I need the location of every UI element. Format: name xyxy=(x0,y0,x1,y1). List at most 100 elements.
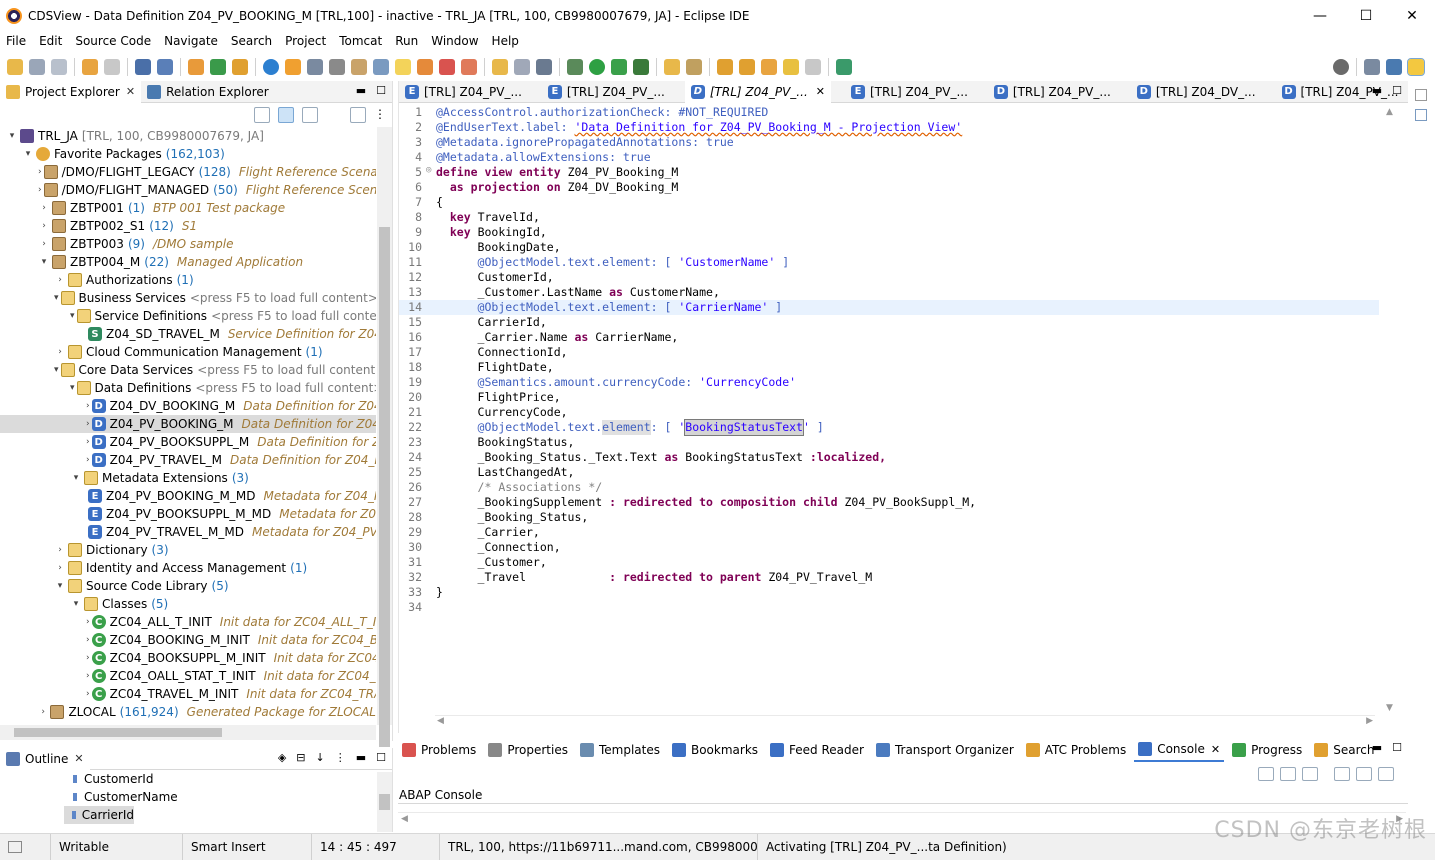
expand-arrow-icon[interactable]: › xyxy=(38,185,42,195)
tree-item[interactable]: › C ZC04_BOOKSUPPL_M_INIT Init data for ZC0… xyxy=(0,649,376,667)
expand-arrow-icon[interactable]: › xyxy=(38,221,50,231)
run-icon[interactable] xyxy=(589,58,605,75)
code-line[interactable]: 31 _Customer, xyxy=(399,555,1379,570)
clear-console-icon[interactable] xyxy=(1258,767,1274,781)
close-icon[interactable]: ✕ xyxy=(74,752,83,765)
editor-tab[interactable]: E [TRL] Z04_PV_... xyxy=(845,81,974,103)
tree-item[interactable]: › ZBTP001 (1) BTP 001 Test package xyxy=(0,199,376,217)
expand-arrow-icon[interactable]: › xyxy=(54,275,66,285)
minimize-view-icon[interactable]: ▬ xyxy=(356,84,366,97)
scroll-lock-icon[interactable] xyxy=(1280,767,1296,781)
expand-arrow-icon[interactable]: › xyxy=(86,689,90,699)
pin-editor-icon[interactable] xyxy=(836,58,852,75)
tree-item[interactable]: › D Z04_PV_TRAVEL_M Data Definition for Z04… xyxy=(0,451,376,469)
run-config-icon[interactable] xyxy=(611,58,627,75)
expand-arrow-icon[interactable]: › xyxy=(54,563,66,573)
outline-item-selected[interactable]: CarrierId xyxy=(64,806,134,824)
code-line[interactable]: 30 _Connection, xyxy=(399,540,1379,555)
expand-arrow-icon[interactable]: › xyxy=(86,419,90,429)
maximize-view-icon[interactable]: ☐ xyxy=(1392,741,1402,754)
editor-tab[interactable]: D [TRL] Z04_PV_... ✕ xyxy=(684,80,831,103)
pin-console-icon[interactable] xyxy=(1334,767,1350,781)
activate-icon[interactable] xyxy=(210,58,226,75)
tree-item[interactable]: ▾ Metadata Extensions (3) xyxy=(0,469,376,487)
expand-arrow-icon[interactable]: › xyxy=(86,671,90,681)
search-icon[interactable] xyxy=(1333,58,1349,75)
last-edit-icon[interactable] xyxy=(761,58,777,75)
tree-item[interactable]: › ZBTP003 (9) /DMO sample xyxy=(0,235,376,253)
code-line[interactable]: 33} xyxy=(399,585,1379,600)
tree-item[interactable]: ▾ TRL_JA [TRL, 100, CB9980007679, JA] xyxy=(0,127,376,145)
tree-item[interactable]: › C ZC04_BOOKING_M_INIT Init data for ZC04_… xyxy=(0,631,376,649)
tree-item[interactable]: › Cloud Communication Management (1) xyxy=(0,343,376,361)
menu-search[interactable]: Search xyxy=(225,34,279,48)
tree-item[interactable]: ▾ Service Definitions <press F5 to load fu… xyxy=(0,307,376,325)
tree-horizontal-scrollbar[interactable] xyxy=(0,725,376,740)
tree-item[interactable]: E Z04_PV_TRAVEL_M_MD Metadata for Z04_PV_T… xyxy=(0,523,376,541)
menu-navigate[interactable]: Navigate xyxy=(158,34,225,48)
tree-item[interactable]: › /DMO/FLIGHT_MANAGED (50) Flight Reference… xyxy=(0,181,376,199)
expand-arrow-icon[interactable]: › xyxy=(54,347,66,357)
code-line[interactable]: 28 _Booking_Status, xyxy=(399,510,1379,525)
next-annotation-icon[interactable] xyxy=(717,58,733,75)
code-line[interactable]: 7{ xyxy=(399,195,1379,210)
fold-marker-icon[interactable]: ◎ xyxy=(426,165,436,180)
code-line[interactable]: 27 _BookingSupplement : redirected to co… xyxy=(399,495,1379,510)
tasks-icon[interactable] xyxy=(492,58,508,75)
expand-arrow-icon[interactable]: › xyxy=(86,635,90,645)
tree-item[interactable]: E Z04_PV_BOOKSUPPL_M_MD Metadata for Z04_ xyxy=(0,505,376,523)
editor-tab[interactable]: D [TRL] Z04_DV_... xyxy=(1131,81,1262,103)
tree-item[interactable]: › Dictionary (3) xyxy=(0,541,376,559)
display-console-icon[interactable] xyxy=(1356,767,1372,781)
close-icon[interactable]: ✕ xyxy=(126,85,135,98)
code-line[interactable]: 25 LastChangedAt, xyxy=(399,465,1379,480)
filter-icon[interactable] xyxy=(302,107,318,123)
tree-item[interactable]: ▾ Data Definitions <press F5 to load full … xyxy=(0,379,376,397)
code-line[interactable]: 24 _Booking_Status._Text.Text as Booking… xyxy=(399,450,1379,465)
highlight-icon[interactable] xyxy=(395,58,411,75)
code-line[interactable]: 12 CustomerId, xyxy=(399,270,1379,285)
code-line[interactable]: 15 CarrierId, xyxy=(399,315,1379,330)
editor-tab[interactable]: E [TRL] Z04_PV_... xyxy=(399,81,528,103)
code-line[interactable]: 14 @ObjectModel.text.element: [ 'Carrier… xyxy=(399,300,1379,315)
check-icon[interactable] xyxy=(263,58,279,75)
bottom-tab[interactable]: Feed Reader xyxy=(766,738,868,762)
print-icon[interactable] xyxy=(329,58,345,75)
code-line[interactable]: 1 @AccessControl.authorizationCheck: #NOT… xyxy=(399,105,1379,120)
debug-icon[interactable] xyxy=(567,58,583,75)
collapse-icon[interactable]: ⊟ xyxy=(296,751,305,764)
expand-arrow-icon[interactable]: › xyxy=(86,653,90,663)
expand-arrow-icon[interactable]: › xyxy=(54,545,66,555)
tree-item[interactable]: S Z04_SD_TRAVEL_M Service Definition for Z… xyxy=(0,325,376,343)
java-perspective-icon[interactable] xyxy=(1386,58,1402,75)
editor-vertical-scrollbar[interactable]: ▲ ▼ xyxy=(1384,105,1398,715)
outline-toggle-icon[interactable] xyxy=(514,58,530,75)
expand-arrow-icon[interactable]: › xyxy=(86,437,90,447)
menu-window[interactable]: Window xyxy=(425,34,485,48)
expand-arrow-icon[interactable]: › xyxy=(86,617,90,627)
tree-item[interactable]: › ZLOCAL (161,924) Generated Package for ZL… xyxy=(0,703,376,721)
menu-project[interactable]: Project xyxy=(279,34,333,48)
mark-icon[interactable] xyxy=(417,58,433,75)
code-line[interactable]: 10 BookingDate, xyxy=(399,240,1379,255)
maximize-editor-icon[interactable]: ☐ xyxy=(1392,84,1402,97)
redo-icon[interactable] xyxy=(104,58,120,75)
code-line[interactable]: 17 ConnectionId, xyxy=(399,345,1379,360)
tab-outline[interactable]: Outline ✕ xyxy=(0,747,90,770)
outline-scrollbar[interactable] xyxy=(377,772,392,832)
activate-all-icon[interactable] xyxy=(232,58,248,75)
restore-icon[interactable] xyxy=(1415,89,1427,101)
status-icon-cell[interactable] xyxy=(0,834,32,860)
paragraph-icon[interactable] xyxy=(536,58,552,75)
tab-project-explorer[interactable]: Project Explorer ✕ xyxy=(0,80,142,103)
menu-source-code[interactable]: Source Code xyxy=(69,34,158,48)
open-perspective-icon[interactable] xyxy=(1364,58,1380,75)
run-abap-icon[interactable] xyxy=(285,58,301,75)
open-type-icon[interactable] xyxy=(351,58,367,75)
tree-item[interactable]: ▾ Core Data Services <press F5 to load ful… xyxy=(0,361,376,379)
tree-item[interactable]: › ZBTP002_S1 (12) S1 xyxy=(0,217,376,235)
tree-item[interactable]: › D Z04_PV_BOOKING_M Data Definition for Z0… xyxy=(0,415,376,433)
collapse-arrow-icon[interactable]: ▾ xyxy=(6,131,18,141)
bottom-tab[interactable]: Bookmarks xyxy=(668,738,762,762)
find-icon[interactable] xyxy=(157,58,173,75)
